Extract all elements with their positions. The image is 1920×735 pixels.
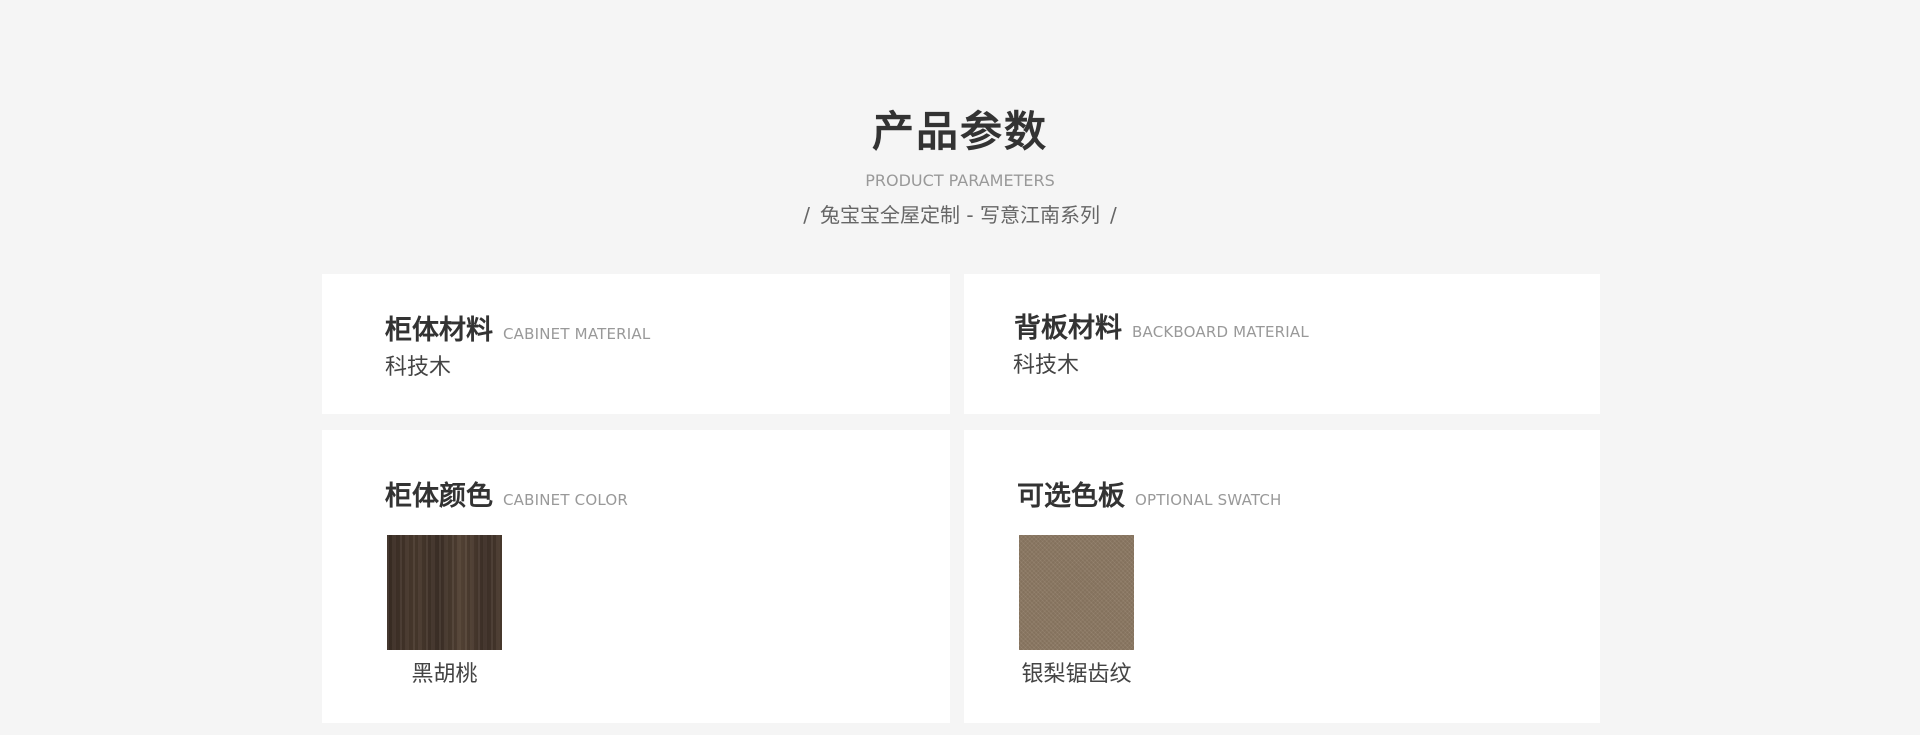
card-title: 背板材料 [1014, 313, 1122, 344]
card-heading: 柜体材料 CABINET MATERIAL [385, 308, 650, 347]
card-title: 可选色板 [1017, 481, 1125, 512]
card-heading: 背板材料 BACKBOARD MATERIAL [1014, 306, 1309, 345]
card-optional-swatch: 可选色板 OPTIONAL SWATCH 银梨锯齿纹 [964, 430, 1600, 723]
swatch-label: 黑胡桃 [411, 662, 478, 687]
card-title-en: OPTIONAL SWATCH [1135, 491, 1282, 509]
page-title: 产品参数 [871, 107, 1048, 156]
walnut-swatch [387, 535, 502, 650]
card-value: 科技木 [1013, 353, 1080, 378]
card-title: 柜体颜色 [385, 481, 493, 512]
card-backboard-material: 背板材料 BACKBOARD MATERIAL 科技木 [964, 274, 1600, 414]
card-heading: 可选色板 OPTIONAL SWATCH [1017, 474, 1282, 513]
page-subtitle-en: PRODUCT PARAMETERS [865, 171, 1055, 190]
card-cabinet-color: 柜体颜色 CABINET COLOR 黑胡桃 [322, 430, 950, 723]
card-title-en: CABINET COLOR [503, 491, 629, 509]
card-value: 科技木 [385, 355, 452, 380]
slash-left: / [803, 203, 811, 227]
card-title-en: CABINET MATERIAL [503, 325, 651, 343]
series-name: 兔宝宝全屋定制 - 写意江南系列 [820, 203, 1100, 227]
card-title: 柜体材料 [385, 315, 493, 346]
swatch-label: 银梨锯齿纹 [1021, 662, 1132, 687]
series-line: / 兔宝宝全屋定制 - 写意江南系列 / [0, 201, 1920, 229]
card-title-en: BACKBOARD MATERIAL [1132, 323, 1309, 341]
silver-pear-swatch [1019, 535, 1134, 650]
card-heading: 柜体颜色 CABINET COLOR [385, 474, 628, 513]
card-cabinet-material: 柜体材料 CABINET MATERIAL 科技木 [322, 274, 950, 414]
slash-right: / [1109, 203, 1117, 227]
